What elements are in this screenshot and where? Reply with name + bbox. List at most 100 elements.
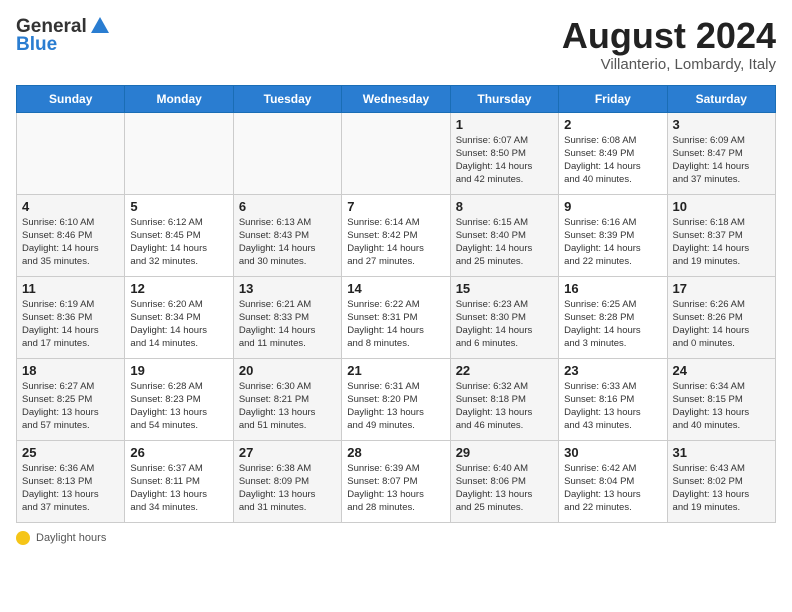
day-number: 13 xyxy=(239,281,336,296)
dow-header-cell: Friday xyxy=(559,85,667,112)
calendar-title: August 2024 xyxy=(562,16,776,56)
calendar-cell xyxy=(125,112,233,194)
calendar-cell: 15 Sunrise: 6:23 AM Sunset: 8:30 PM Dayli… xyxy=(450,276,558,358)
day-info: Sunrise: 6:25 AM Sunset: 8:28 PM Dayligh… xyxy=(564,298,661,351)
calendar-cell: 10 Sunrise: 6:18 AM Sunset: 8:37 PM Dayli… xyxy=(667,194,775,276)
calendar-cell: 2 Sunrise: 6:08 AM Sunset: 8:49 PM Daylig… xyxy=(559,112,667,194)
day-number: 4 xyxy=(22,199,119,214)
calendar-cell: 1 Sunrise: 6:07 AM Sunset: 8:50 PM Daylig… xyxy=(450,112,558,194)
day-info: Sunrise: 6:40 AM Sunset: 8:06 PM Dayligh… xyxy=(456,462,553,515)
day-info: Sunrise: 6:19 AM Sunset: 8:36 PM Dayligh… xyxy=(22,298,119,351)
calendar-cell: 29 Sunrise: 6:40 AM Sunset: 8:06 PM Dayli… xyxy=(450,440,558,522)
day-number: 26 xyxy=(130,445,227,460)
calendar-cell: 12 Sunrise: 6:20 AM Sunset: 8:34 PM Dayli… xyxy=(125,276,233,358)
calendar-table: SundayMondayTuesdayWednesdayThursdayFrid… xyxy=(16,85,776,523)
calendar-cell: 16 Sunrise: 6:25 AM Sunset: 8:28 PM Dayli… xyxy=(559,276,667,358)
title-block: August 2024 Villanterio, Lombardy, Italy xyxy=(562,16,776,73)
day-number: 19 xyxy=(130,363,227,378)
logo-icon xyxy=(89,15,111,37)
day-number: 16 xyxy=(564,281,661,296)
day-number: 3 xyxy=(673,117,770,132)
calendar-cell: 17 Sunrise: 6:26 AM Sunset: 8:26 PM Dayli… xyxy=(667,276,775,358)
calendar-cell: 11 Sunrise: 6:19 AM Sunset: 8:36 PM Dayli… xyxy=(17,276,125,358)
footer: Daylight hours xyxy=(16,531,776,545)
day-info: Sunrise: 6:18 AM Sunset: 8:37 PM Dayligh… xyxy=(673,216,770,269)
calendar-cell: 26 Sunrise: 6:37 AM Sunset: 8:11 PM Dayli… xyxy=(125,440,233,522)
calendar-cell: 20Sunrise: 6:30 AM Sunset: 8:21 PM Dayli… xyxy=(233,358,341,440)
day-number: 1 xyxy=(456,117,553,132)
logo: General Blue xyxy=(16,16,111,56)
day-info: Sunrise: 6:27 AM Sunset: 8:25 PM Dayligh… xyxy=(22,380,119,433)
day-info: Sunrise: 6:13 AM Sunset: 8:43 PM Dayligh… xyxy=(239,216,336,269)
day-number: 31 xyxy=(673,445,770,460)
calendar-cell: 21Sunrise: 6:31 AM Sunset: 8:20 PM Dayli… xyxy=(342,358,450,440)
day-info: Sunrise: 6:09 AM Sunset: 8:47 PM Dayligh… xyxy=(673,134,770,187)
calendar-cell: 14 Sunrise: 6:22 AM Sunset: 8:31 PM Dayli… xyxy=(342,276,450,358)
dow-header-cell: Tuesday xyxy=(233,85,341,112)
sun-icon xyxy=(16,531,30,545)
day-info: Sunrise: 6:07 AM Sunset: 8:50 PM Dayligh… xyxy=(456,134,553,187)
day-info: Sunrise: 6:34 AM Sunset: 8:15 PM Dayligh… xyxy=(673,380,770,433)
day-number: 28 xyxy=(347,445,444,460)
day-info: Sunrise: 6:31 AM Sunset: 8:20 PM Dayligh… xyxy=(347,380,444,433)
day-info: Sunrise: 6:14 AM Sunset: 8:42 PM Dayligh… xyxy=(347,216,444,269)
day-number: 29 xyxy=(456,445,553,460)
calendar-cell xyxy=(17,112,125,194)
calendar-cell: 8 Sunrise: 6:15 AM Sunset: 8:40 PM Daylig… xyxy=(450,194,558,276)
calendar-cell: 28 Sunrise: 6:39 AM Sunset: 8:07 PM Dayli… xyxy=(342,440,450,522)
day-info: Sunrise: 6:22 AM Sunset: 8:31 PM Dayligh… xyxy=(347,298,444,351)
calendar-cell: 5 Sunrise: 6:12 AM Sunset: 8:45 PM Daylig… xyxy=(125,194,233,276)
day-info: Sunrise: 6:12 AM Sunset: 8:45 PM Dayligh… xyxy=(130,216,227,269)
calendar-cell: 25 Sunrise: 6:36 AM Sunset: 8:13 PM Dayli… xyxy=(17,440,125,522)
day-info: Sunrise: 6:16 AM Sunset: 8:39 PM Dayligh… xyxy=(564,216,661,269)
day-info: Sunrise: 6:21 AM Sunset: 8:33 PM Dayligh… xyxy=(239,298,336,351)
page-header: General Blue August 2024 Villanterio, Lo… xyxy=(16,16,776,73)
day-number: 22 xyxy=(456,363,553,378)
footer-label: Daylight hours xyxy=(36,532,106,544)
day-info: Sunrise: 6:23 AM Sunset: 8:30 PM Dayligh… xyxy=(456,298,553,351)
calendar-cell: 31Sunrise: 6:43 AM Sunset: 8:02 PM Dayli… xyxy=(667,440,775,522)
day-number: 14 xyxy=(347,281,444,296)
day-number: 30 xyxy=(564,445,661,460)
calendar-cell: 4 Sunrise: 6:10 AM Sunset: 8:46 PM Daylig… xyxy=(17,194,125,276)
day-number: 8 xyxy=(456,199,553,214)
day-number: 2 xyxy=(564,117,661,132)
day-number: 17 xyxy=(673,281,770,296)
calendar-cell: 13 Sunrise: 6:21 AM Sunset: 8:33 PM Dayli… xyxy=(233,276,341,358)
day-number: 12 xyxy=(130,281,227,296)
calendar-cell: 7 Sunrise: 6:14 AM Sunset: 8:42 PM Daylig… xyxy=(342,194,450,276)
day-number: 15 xyxy=(456,281,553,296)
day-number: 6 xyxy=(239,199,336,214)
calendar-cell: 24 Sunrise: 6:34 AM Sunset: 8:15 PM Dayli… xyxy=(667,358,775,440)
day-info: Sunrise: 6:42 AM Sunset: 8:04 PM Dayligh… xyxy=(564,462,661,515)
calendar-subtitle: Villanterio, Lombardy, Italy xyxy=(562,56,776,73)
day-number: 25 xyxy=(22,445,119,460)
day-number: 5 xyxy=(130,199,227,214)
day-info: Sunrise: 6:15 AM Sunset: 8:40 PM Dayligh… xyxy=(456,216,553,269)
day-info: Sunrise: 6:37 AM Sunset: 8:11 PM Dayligh… xyxy=(130,462,227,515)
calendar-cell: 27Sunrise: 6:38 AM Sunset: 8:09 PM Dayli… xyxy=(233,440,341,522)
calendar-cell: 19 Sunrise: 6:28 AM Sunset: 8:23 PM Dayli… xyxy=(125,358,233,440)
day-number: 24 xyxy=(673,363,770,378)
day-info: Sunrise: 6:10 AM Sunset: 8:46 PM Dayligh… xyxy=(22,216,119,269)
calendar-cell xyxy=(342,112,450,194)
day-number: 10 xyxy=(673,199,770,214)
dow-header-cell: Thursday xyxy=(450,85,558,112)
day-number: 11 xyxy=(22,281,119,296)
dow-header-cell: Monday xyxy=(125,85,233,112)
calendar-cell: 30 Sunrise: 6:42 AM Sunset: 8:04 PM Dayli… xyxy=(559,440,667,522)
day-info: Sunrise: 6:08 AM Sunset: 8:49 PM Dayligh… xyxy=(564,134,661,187)
calendar-cell: 18Sunrise: 6:27 AM Sunset: 8:25 PM Dayli… xyxy=(17,358,125,440)
calendar-cell: 23Sunrise: 6:33 AM Sunset: 8:16 PM Dayli… xyxy=(559,358,667,440)
day-info: Sunrise: 6:33 AM Sunset: 8:16 PM Dayligh… xyxy=(564,380,661,433)
day-info: Sunrise: 6:26 AM Sunset: 8:26 PM Dayligh… xyxy=(673,298,770,351)
calendar-cell: 6 Sunrise: 6:13 AM Sunset: 8:43 PM Daylig… xyxy=(233,194,341,276)
dow-header-cell: Saturday xyxy=(667,85,775,112)
day-info: Sunrise: 6:36 AM Sunset: 8:13 PM Dayligh… xyxy=(22,462,119,515)
calendar-cell: 9Sunrise: 6:16 AM Sunset: 8:39 PM Daylig… xyxy=(559,194,667,276)
day-info: Sunrise: 6:39 AM Sunset: 8:07 PM Dayligh… xyxy=(347,462,444,515)
day-info: Sunrise: 6:20 AM Sunset: 8:34 PM Dayligh… xyxy=(130,298,227,351)
calendar-cell: 3 Sunrise: 6:09 AM Sunset: 8:47 PM Daylig… xyxy=(667,112,775,194)
day-info: Sunrise: 6:28 AM Sunset: 8:23 PM Dayligh… xyxy=(130,380,227,433)
day-number: 7 xyxy=(347,199,444,214)
